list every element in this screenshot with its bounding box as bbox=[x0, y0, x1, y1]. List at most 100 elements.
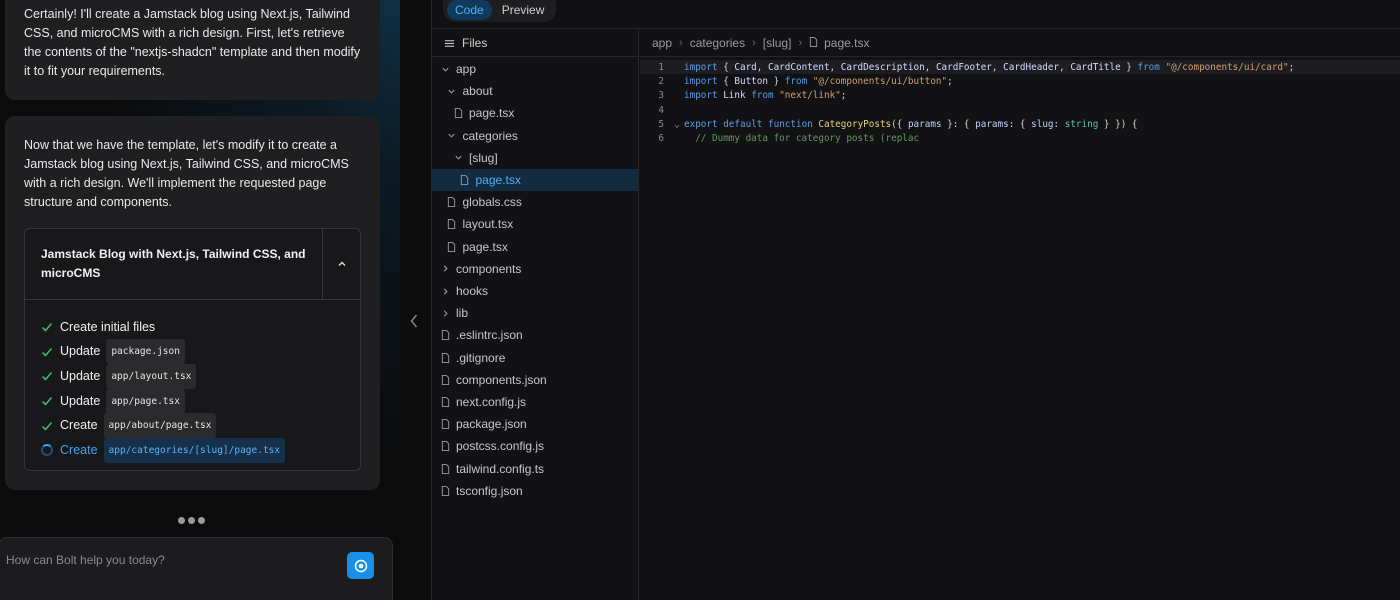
file-tree-label: categories bbox=[462, 128, 518, 143]
line-number: 6 bbox=[658, 133, 664, 145]
file-item[interactable]: page.tsx bbox=[432, 236, 638, 258]
check-icon bbox=[40, 345, 54, 359]
check-icon bbox=[40, 394, 54, 408]
step-action: Create bbox=[60, 418, 98, 433]
artifact-header[interactable]: Jamstack Blog with Next.js, Tailwind CSS… bbox=[25, 229, 360, 300]
breadcrumb-item[interactable]: [slug] bbox=[763, 36, 792, 50]
prompt-input[interactable]: How can Bolt help you today? bbox=[6, 553, 165, 567]
file-icon bbox=[453, 108, 463, 119]
file-item[interactable]: .eslintrc.json bbox=[432, 324, 638, 346]
chevron-right-icon bbox=[440, 308, 450, 318]
stop-button[interactable] bbox=[347, 552, 374, 579]
file-item[interactable]: next.config.js bbox=[432, 391, 638, 413]
action-step: Update app/layout.tsx bbox=[40, 363, 360, 389]
line-number: 5 bbox=[658, 118, 664, 130]
folder-item[interactable]: components bbox=[432, 258, 638, 280]
file-icon bbox=[460, 175, 470, 185]
code-token: import bbox=[684, 90, 718, 102]
file-item[interactable]: tsconfig.json bbox=[432, 480, 638, 502]
breadcrumb: app › categories › [slug] › page.tsx bbox=[640, 30, 1400, 57]
file-icon bbox=[447, 197, 457, 208]
code-token: Link bbox=[723, 90, 746, 102]
code-token: slug bbox=[1031, 118, 1054, 130]
file-item[interactable]: .gitignore bbox=[432, 347, 638, 369]
chevron-right-icon bbox=[440, 286, 450, 296]
action-step: Update package.json bbox=[40, 339, 360, 365]
fold-chevron-icon[interactable]: ⌄ bbox=[670, 119, 684, 130]
loading-dots bbox=[178, 517, 205, 524]
folder-item[interactable]: categories bbox=[432, 125, 638, 147]
message-text: Certainly! I'll create a Jamstack blog u… bbox=[24, 7, 361, 78]
stop-circle-icon bbox=[354, 559, 367, 572]
file-tree-label: package.json bbox=[456, 417, 527, 432]
code-token: { bbox=[717, 75, 735, 87]
file-tree-label: [slug] bbox=[469, 150, 498, 165]
file-icon bbox=[440, 330, 450, 341]
folder-item[interactable]: about bbox=[432, 80, 638, 102]
line-number: 3 bbox=[658, 90, 664, 102]
collapse-panel-button[interactable] bbox=[404, 310, 424, 332]
file-icon bbox=[440, 419, 450, 430]
file-item[interactable]: layout.tsx bbox=[432, 213, 638, 235]
code-token: Button bbox=[734, 75, 768, 87]
code-token: } bbox=[1120, 61, 1138, 73]
file-item[interactable]: package.json bbox=[432, 413, 638, 435]
chevron-down-icon bbox=[447, 86, 457, 96]
breadcrumb-item[interactable]: app bbox=[652, 36, 672, 50]
folder-item[interactable]: [slug] bbox=[432, 147, 638, 169]
assistant-message: Now that we have the template, let's mod… bbox=[5, 116, 380, 490]
file-tree-label: about bbox=[462, 84, 493, 99]
artifact-card[interactable]: Jamstack Blog with Next.js, Tailwind CSS… bbox=[24, 228, 361, 471]
file-item[interactable]: page.tsx bbox=[432, 169, 638, 191]
file-tree-label: lib bbox=[456, 306, 469, 321]
file-icon bbox=[809, 36, 818, 50]
action-step: Create app/categories/[slug]/page.tsx bbox=[40, 437, 360, 463]
breadcrumb-item[interactable]: page.tsx bbox=[824, 36, 869, 50]
step-action: Update bbox=[60, 344, 101, 359]
file-icon bbox=[447, 241, 457, 252]
file-icon bbox=[447, 219, 457, 230]
code-token: : { bbox=[1008, 118, 1032, 130]
view-switcher: Code Preview bbox=[443, 0, 557, 22]
file-tree-label: tsconfig.json bbox=[456, 483, 523, 498]
file-item[interactable]: page.tsx bbox=[432, 102, 638, 124]
code-token: export bbox=[684, 118, 718, 130]
code-token: , bbox=[829, 61, 841, 73]
file-item[interactable]: postcss.config.js bbox=[432, 435, 638, 457]
code-token: , bbox=[924, 61, 936, 73]
chevron-right-icon bbox=[440, 264, 450, 274]
chevron-up-icon bbox=[338, 261, 345, 266]
code-token: import bbox=[684, 61, 718, 73]
code-line: 4 bbox=[640, 103, 1400, 117]
step-action: Create bbox=[60, 442, 98, 457]
workbench: Code Preview Files app about page.tsx categ… bbox=[431, 0, 1400, 600]
collapse-artifact-button[interactable] bbox=[322, 229, 360, 299]
action-steps-list: Create initial files Update package.json Up… bbox=[25, 300, 360, 463]
breadcrumb-item[interactable]: categories bbox=[690, 36, 745, 50]
folder-item[interactable]: app bbox=[432, 58, 638, 80]
code-area[interactable]: 1 import { Card, CardContent, CardDescrip… bbox=[640, 60, 1400, 146]
file-tree-label: postcss.config.js bbox=[456, 439, 545, 454]
file-item[interactable]: tailwind.config.ts bbox=[432, 458, 638, 480]
breadcrumb-separator-icon: › bbox=[752, 37, 756, 49]
prompt-box[interactable]: How can Bolt help you today? bbox=[0, 537, 393, 600]
code-token: from bbox=[784, 75, 808, 87]
check-icon bbox=[40, 320, 54, 334]
step-action: Update bbox=[60, 368, 101, 383]
step-file: app/categories/[slug]/page.tsx bbox=[103, 437, 286, 463]
code-line: 1 import { Card, CardContent, CardDescrip… bbox=[640, 60, 1400, 75]
tab-code[interactable]: Code bbox=[447, 0, 492, 20]
breadcrumb-separator-icon: › bbox=[798, 37, 803, 49]
code-token: Card bbox=[734, 61, 757, 73]
file-item[interactable]: components.json bbox=[432, 369, 638, 391]
folder-item[interactable]: lib bbox=[432, 302, 638, 324]
file-item[interactable]: globals.css bbox=[432, 191, 638, 213]
code-token: import bbox=[684, 75, 718, 87]
code-line: 2 import { Button } from "@/components/ui… bbox=[640, 74, 1400, 88]
code-token: , bbox=[991, 61, 1004, 73]
folder-item[interactable]: hooks bbox=[432, 280, 638, 302]
message-text: Now that we have the template, let's mod… bbox=[24, 138, 349, 209]
file-icon bbox=[440, 374, 450, 385]
tab-preview[interactable]: Preview bbox=[494, 0, 553, 20]
